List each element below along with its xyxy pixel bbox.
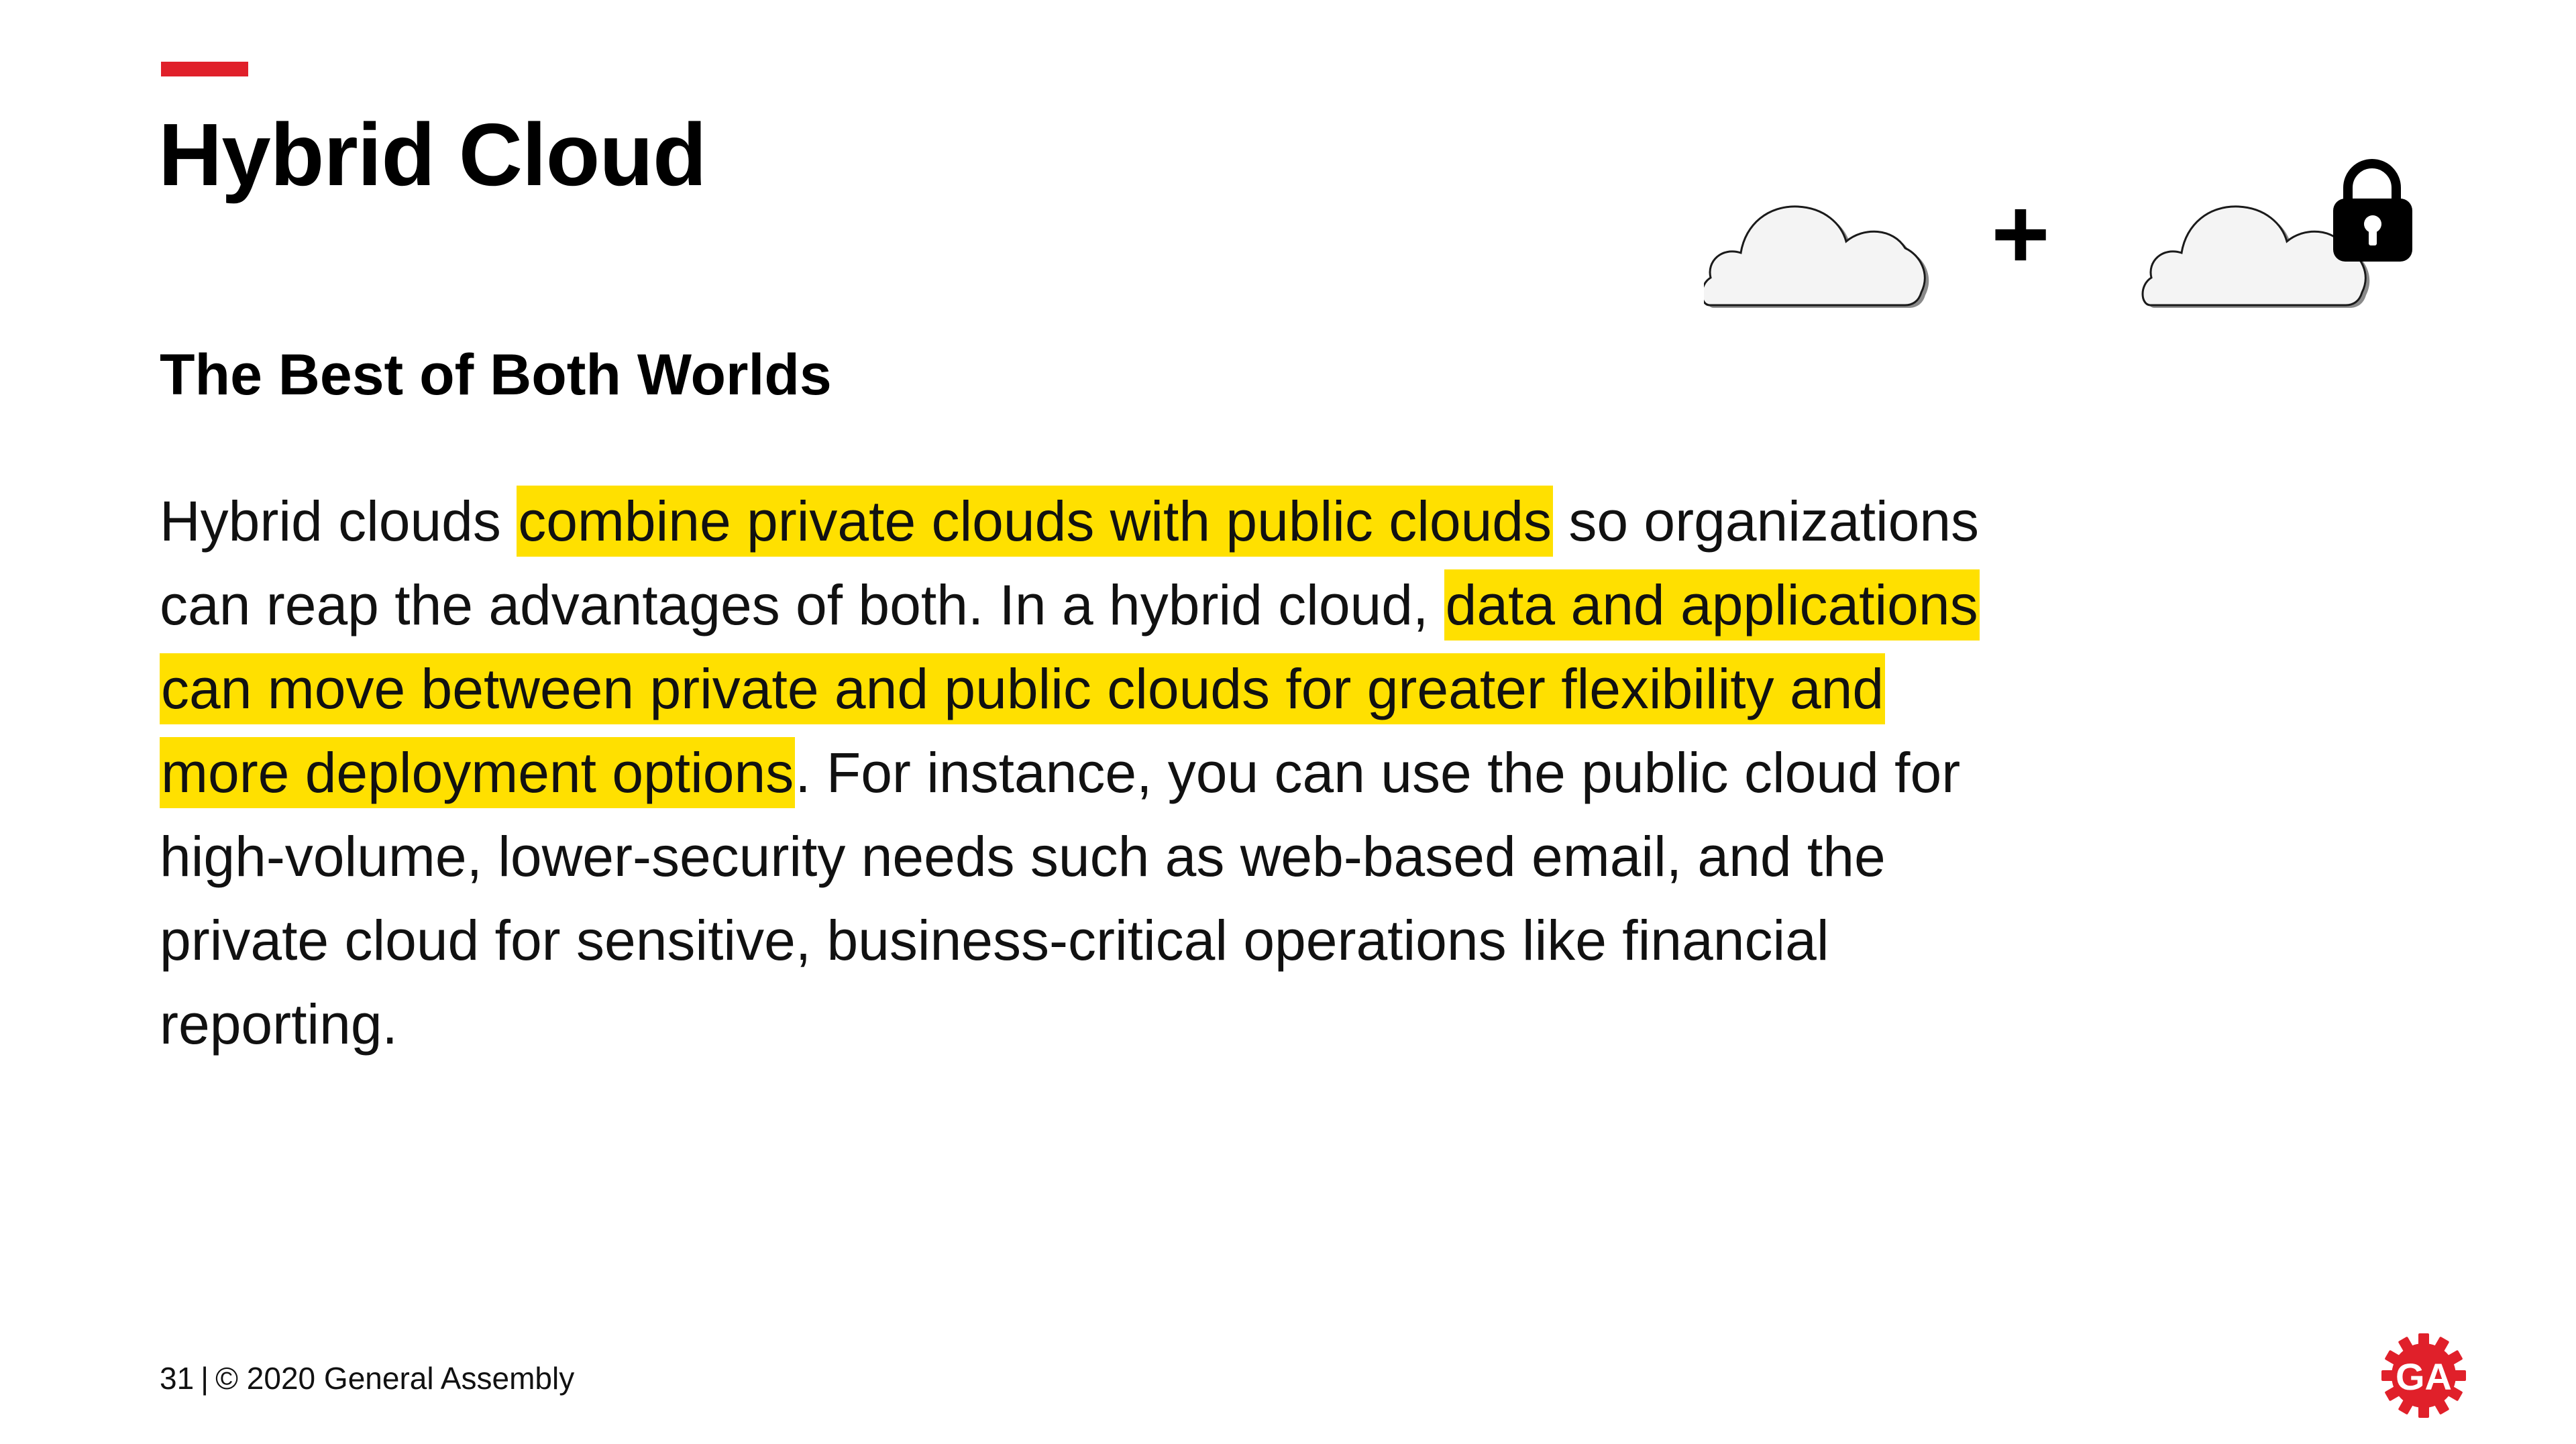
slide-subtitle: The Best of Both Worlds <box>160 343 832 407</box>
plus-sign: + <box>1991 177 2050 290</box>
public-cloud-icon <box>1704 205 1929 308</box>
title-accent-bar <box>161 62 248 76</box>
copyright-text: © 2020 General Assembly <box>215 1361 575 1396</box>
page-number: 31 <box>160 1361 195 1396</box>
lock-icon <box>2333 159 2412 262</box>
footer: 31 | © 2020 General Assembly <box>160 1360 574 1397</box>
body-paragraph: Hybrid clouds combine private clouds wit… <box>160 480 2011 1066</box>
logo-text: GA <box>2396 1355 2452 1398</box>
slide-title: Hybrid Cloud <box>158 105 707 204</box>
general-assembly-logo-icon: GA <box>2381 1333 2466 1418</box>
hybrid-cloud-illustration: + <box>1704 159 2412 308</box>
footer-separator: | <box>201 1361 209 1396</box>
highlighted-phrase: combine private clouds with public cloud… <box>517 486 1554 557</box>
body-text-segment: Hybrid clouds <box>160 490 517 553</box>
